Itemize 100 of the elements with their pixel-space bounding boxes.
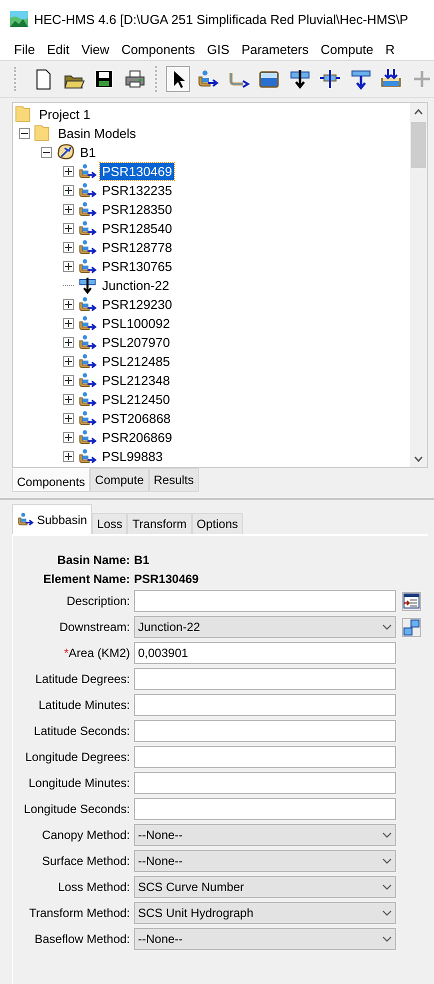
tree-item[interactable]: Project 1	[37, 106, 92, 123]
menu-item[interactable]: View	[75, 42, 116, 56]
menu-item[interactable]: Compute	[314, 42, 380, 56]
expand-icon[interactable]	[63, 299, 74, 310]
expand-icon[interactable]	[63, 318, 74, 329]
tree-item[interactable]: Basin Models	[56, 125, 138, 142]
expand-icon[interactable]	[63, 413, 74, 424]
menu-item[interactable]: Edit	[40, 42, 76, 56]
input-field[interactable]	[134, 798, 396, 820]
tab[interactable]: Components	[12, 468, 90, 492]
menu-item[interactable]: Components	[115, 42, 202, 56]
expand-icon[interactable]	[63, 185, 74, 196]
dropdown-value: --None--	[138, 828, 183, 842]
input-field[interactable]	[134, 772, 396, 794]
input-field[interactable]	[134, 668, 396, 690]
scroll-thumb[interactable]	[411, 122, 426, 168]
input-field[interactable]	[134, 746, 396, 768]
subbasin-icon	[78, 219, 97, 238]
subbasin-icon	[78, 333, 97, 352]
tree-item[interactable]: PSL207970	[100, 334, 172, 351]
basin-icon	[56, 143, 75, 162]
tree-item[interactable]: PSR206869	[100, 429, 174, 446]
tab[interactable]: Loss	[92, 513, 128, 534]
field-label: Canopy Method:	[40, 828, 131, 842]
dropdown[interactable]: --None--	[134, 928, 396, 950]
tree-item[interactable]: PSL100092	[100, 315, 172, 332]
tree-item[interactable]: Junction-22	[100, 277, 172, 294]
tree-item[interactable]: PSR128778	[100, 239, 174, 256]
field-value: B1	[134, 552, 150, 566]
tree-item[interactable]: PSR130765	[100, 258, 174, 275]
tab[interactable]: Results	[148, 468, 199, 492]
chevron-down-icon	[382, 832, 392, 838]
menu-item[interactable]: R	[379, 42, 401, 56]
chevron-down-icon	[382, 624, 392, 630]
chevron-down-icon	[382, 884, 392, 890]
tree-item[interactable]: PSL212485	[100, 353, 172, 370]
printer-icon	[124, 68, 146, 90]
expand-icon[interactable]	[63, 261, 74, 272]
field-label: Loss Method:	[56, 880, 131, 894]
tab[interactable]: Compute	[90, 468, 149, 492]
tree-item[interactable]: PSL99883	[100, 448, 165, 465]
dropdown[interactable]: --None--	[134, 850, 396, 872]
dropdown[interactable]: --None--	[134, 824, 396, 846]
subbasin-icon	[78, 390, 97, 409]
input-field[interactable]: 0,003901	[134, 642, 396, 664]
subbasin-icon	[78, 162, 97, 181]
dropdown[interactable]: SCS Curve Number	[134, 876, 396, 898]
field-label: Basin Name:	[56, 552, 131, 566]
expand-icon[interactable]	[63, 166, 74, 177]
subbasin-icon	[78, 428, 97, 447]
app-logo-icon	[10, 11, 28, 27]
collapse-icon[interactable]	[41, 147, 52, 158]
subbasin-icon	[78, 352, 97, 371]
tree-item[interactable]: PSR130469	[100, 163, 174, 180]
expand-icon[interactable]	[63, 375, 74, 386]
field-label: Description:	[66, 594, 131, 608]
chevron-down-icon	[382, 910, 392, 916]
field-label: Latitude Seconds:	[32, 724, 131, 738]
tree-item[interactable]: B1	[78, 144, 98, 161]
expand-icon[interactable]	[63, 204, 74, 215]
field-label: Latitude Degrees:	[34, 672, 131, 686]
expand-icon[interactable]	[63, 242, 74, 253]
sink-icon	[380, 68, 402, 90]
expand-icon[interactable]	[63, 223, 74, 234]
scrollbar[interactable]	[410, 103, 427, 467]
scroll-down-icon[interactable]	[414, 456, 423, 462]
expand-icon[interactable]	[63, 356, 74, 367]
notes-icon	[403, 592, 420, 610]
expand-icon[interactable]	[63, 432, 74, 443]
expand-icon[interactable]	[63, 337, 74, 348]
tab[interactable]: Options	[192, 513, 243, 534]
tab[interactable]: Subbasin	[12, 504, 92, 534]
tool-button[interactable]	[166, 66, 190, 92]
dropdown[interactable]: SCS Unit Hydrograph	[134, 902, 396, 924]
scroll-up-icon[interactable]	[414, 108, 423, 114]
tree-item[interactable]: PSR128350	[100, 201, 174, 218]
subbasin-icon	[78, 181, 97, 200]
subbasin-icon	[78, 238, 97, 257]
menu-item[interactable]: Parameters	[235, 42, 315, 56]
dropdown[interactable]: Junction-22	[134, 616, 396, 638]
tree-item[interactable]: PSL212348	[100, 372, 172, 389]
field-label: Downstream:	[58, 620, 131, 634]
expand-icon[interactable]	[63, 451, 74, 462]
menu-item[interactable]: File	[8, 42, 41, 56]
tree-item[interactable]: PSR132235	[100, 182, 174, 199]
collapse-icon[interactable]	[19, 128, 30, 139]
expand-icon[interactable]	[63, 394, 74, 405]
tree-item[interactable]: PST206868	[100, 410, 173, 427]
input-field[interactable]	[134, 720, 396, 742]
tree-item[interactable]: PSR129230	[100, 296, 174, 313]
chevron-down-icon	[382, 936, 392, 942]
input-field[interactable]	[134, 590, 396, 612]
subbasin-icon	[78, 447, 97, 466]
notes-button[interactable]	[402, 592, 421, 610]
tab[interactable]: Transform	[127, 513, 192, 534]
input-field[interactable]	[134, 694, 396, 716]
tree-item[interactable]: PSR128540	[100, 220, 174, 237]
menu-item[interactable]: GIS	[201, 42, 236, 56]
tree-item[interactable]: PSL212450	[100, 391, 172, 408]
select-element-button[interactable]	[402, 618, 421, 636]
